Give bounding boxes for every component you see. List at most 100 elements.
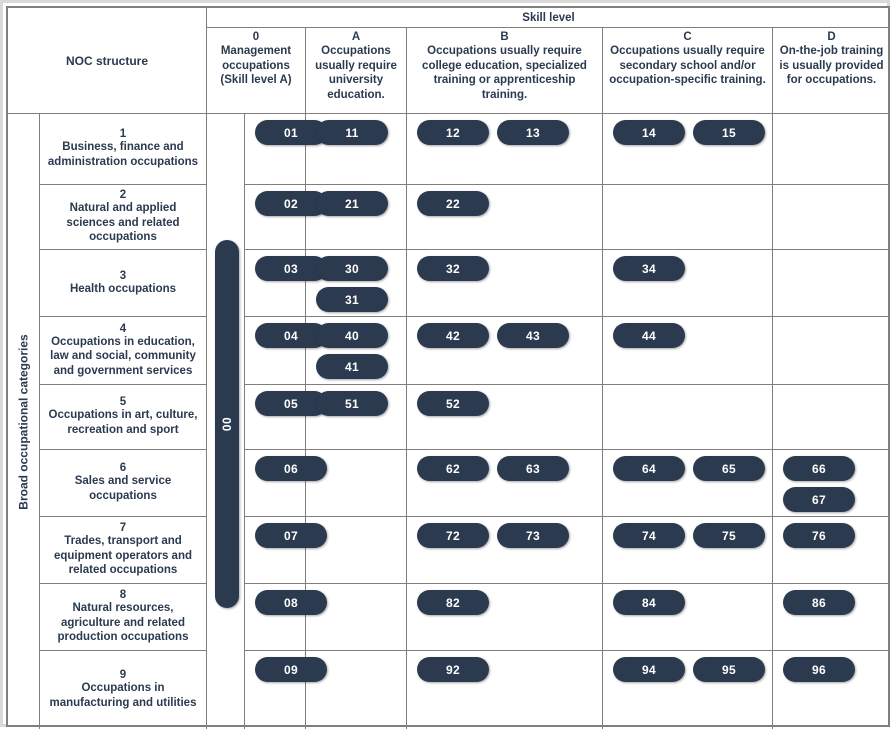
- grid-cell-2-C: [603, 185, 773, 250]
- badge-82[interactable]: 82: [417, 590, 489, 615]
- badge-group-4-A: 40 41: [306, 323, 406, 379]
- badge-13[interactable]: 13: [497, 120, 569, 145]
- badge-group-8-B: 82: [407, 590, 602, 615]
- badge-00: 00: [215, 240, 239, 608]
- grid-cell-1-0: 01: [245, 114, 327, 185]
- badge-66[interactable]: 66: [783, 456, 855, 481]
- category-name-8: Natural resources, agriculture and relat…: [57, 602, 189, 644]
- badge-22[interactable]: 22: [417, 191, 489, 216]
- broad-occupational-categories-spine: Broad occupational categories: [8, 114, 40, 729]
- badge-72[interactable]: 72: [417, 523, 489, 548]
- grid-cell-6-C: 64 65: [603, 450, 773, 517]
- skill-column-header-d: D On-the-job training is usually provide…: [773, 28, 890, 114]
- badge-43[interactable]: 43: [497, 323, 569, 348]
- skill-column-code-0: 0: [252, 31, 260, 43]
- skill-column-header-b: B Occupations usually require college ed…: [407, 28, 603, 114]
- skill-column-header-c: C Occupations usually require secondary …: [603, 28, 773, 114]
- badge-00-label: 00: [219, 416, 234, 432]
- category-label-4: 4 Occupations in education, law and socia…: [40, 317, 207, 385]
- grid-cell-2-A: 21: [306, 185, 407, 250]
- badge-76[interactable]: 76: [783, 523, 855, 548]
- skill-column-desc-0: Management occupations (Skill level A): [220, 45, 292, 87]
- grid-cell-2-B: 22: [407, 185, 603, 250]
- badge-94[interactable]: 94: [613, 657, 685, 682]
- grid-cell-5-C: [603, 385, 773, 450]
- skill-column-code-d: D: [827, 31, 836, 43]
- grid-cell-7-A: [306, 517, 407, 584]
- badge-52[interactable]: 52: [417, 391, 489, 416]
- badge-group-7-B: 72 73: [407, 523, 602, 548]
- badge-40[interactable]: 40: [316, 323, 388, 348]
- badge-11[interactable]: 11: [316, 120, 388, 145]
- badge-67[interactable]: 67: [783, 487, 855, 512]
- category-label-1: 1 Business, finance and administration oc…: [40, 114, 207, 185]
- badge-group-1-0: 01: [245, 120, 327, 145]
- badge-12[interactable]: 12: [417, 120, 489, 145]
- badge-86[interactable]: 86: [783, 590, 855, 615]
- badge-group-2-A: 21: [306, 191, 406, 216]
- grid-cell-6-B: 62 63: [407, 450, 603, 517]
- badge-group-4-B: 42 43: [407, 323, 602, 348]
- badge-31[interactable]: 31: [316, 287, 388, 312]
- grid-cell-3-C: 34: [603, 250, 773, 317]
- grid-cell-6-0: 06: [245, 450, 327, 517]
- badge-92[interactable]: 92: [417, 657, 489, 682]
- category-name-5: Occupations in art, culture, recreation …: [48, 409, 198, 436]
- badge-75[interactable]: 75: [693, 523, 765, 548]
- badge-32[interactable]: 32: [417, 256, 489, 281]
- badge-62[interactable]: 62: [417, 456, 489, 481]
- badge-group-6-B: 62 63: [407, 456, 602, 481]
- badge-96[interactable]: 96: [783, 657, 855, 682]
- badge-44[interactable]: 44: [613, 323, 685, 348]
- badge-group-2-B: 22: [407, 191, 602, 216]
- grid-cell-4-0: 04: [245, 317, 327, 385]
- category-label-8: 8 Natural resources, agriculture and rela…: [40, 584, 207, 651]
- category-number-8: 8: [119, 589, 127, 602]
- grid-cell-7-0: 07: [245, 517, 327, 584]
- badge-73[interactable]: 73: [497, 523, 569, 548]
- grid-cell-5-0: 05: [245, 385, 327, 450]
- grid-cell-2-D: [773, 185, 890, 250]
- badge-41[interactable]: 41: [316, 354, 388, 379]
- badge-63[interactable]: 63: [497, 456, 569, 481]
- badge-42[interactable]: 42: [417, 323, 489, 348]
- badge-95[interactable]: 95: [693, 657, 765, 682]
- noc-structure-header-cell: NOC structure: [8, 8, 207, 114]
- category-number-3: 3: [119, 269, 127, 282]
- badge-group-9-D: 96: [773, 657, 890, 682]
- badge-group-6-D: 66 67: [773, 456, 890, 512]
- badge-51[interactable]: 51: [316, 391, 388, 416]
- badge-21[interactable]: 21: [316, 191, 388, 216]
- skill-column-code-c: C: [683, 31, 692, 43]
- badge-group-9-C: 94 95: [603, 657, 772, 682]
- badge-14[interactable]: 14: [613, 120, 685, 145]
- category-label-2: 2 Natural and applied sciences and relate…: [40, 185, 207, 250]
- badge-group-5-0: 05: [245, 391, 327, 416]
- noc-table: NOC structure Skill level 0 Management o…: [6, 6, 890, 729]
- badge-30[interactable]: 30: [316, 256, 388, 281]
- grid-cell-3-B: 32: [407, 250, 603, 317]
- grid-cell-9-0: 09: [245, 651, 327, 729]
- badge-group-4-0: 04: [245, 323, 327, 348]
- category-label-6: 6 Sales and service occupations: [40, 450, 207, 517]
- badge-65[interactable]: 65: [693, 456, 765, 481]
- skill-level-banner: Skill level: [207, 8, 890, 28]
- grid-cell-8-D: 86: [773, 584, 890, 651]
- badge-84[interactable]: 84: [613, 590, 685, 615]
- grid-cell-9-D: 96: [773, 651, 890, 729]
- skill-column-code-b: B: [500, 31, 509, 43]
- broad-occupational-categories-label: Broad occupational categories: [16, 333, 31, 510]
- badge-15[interactable]: 15: [693, 120, 765, 145]
- badge-74[interactable]: 74: [613, 523, 685, 548]
- category-name-1: Business, finance and administration occ…: [47, 141, 199, 168]
- grid-cell-7-B: 72 73: [407, 517, 603, 584]
- category-label-3: 3 Health occupations: [40, 250, 207, 317]
- grid-cell-3-D: [773, 250, 890, 317]
- badge-group-1-B: 12 13: [407, 120, 602, 145]
- skill-column-desc-d: On-the-job training is usually provided …: [779, 45, 884, 87]
- badge-64[interactable]: 64: [613, 456, 685, 481]
- badge-group-8-0: 08: [245, 590, 327, 615]
- badge-34[interactable]: 34: [613, 256, 685, 281]
- skill-column-code-a: A: [351, 31, 361, 43]
- grid-cell-5-D: [773, 385, 890, 450]
